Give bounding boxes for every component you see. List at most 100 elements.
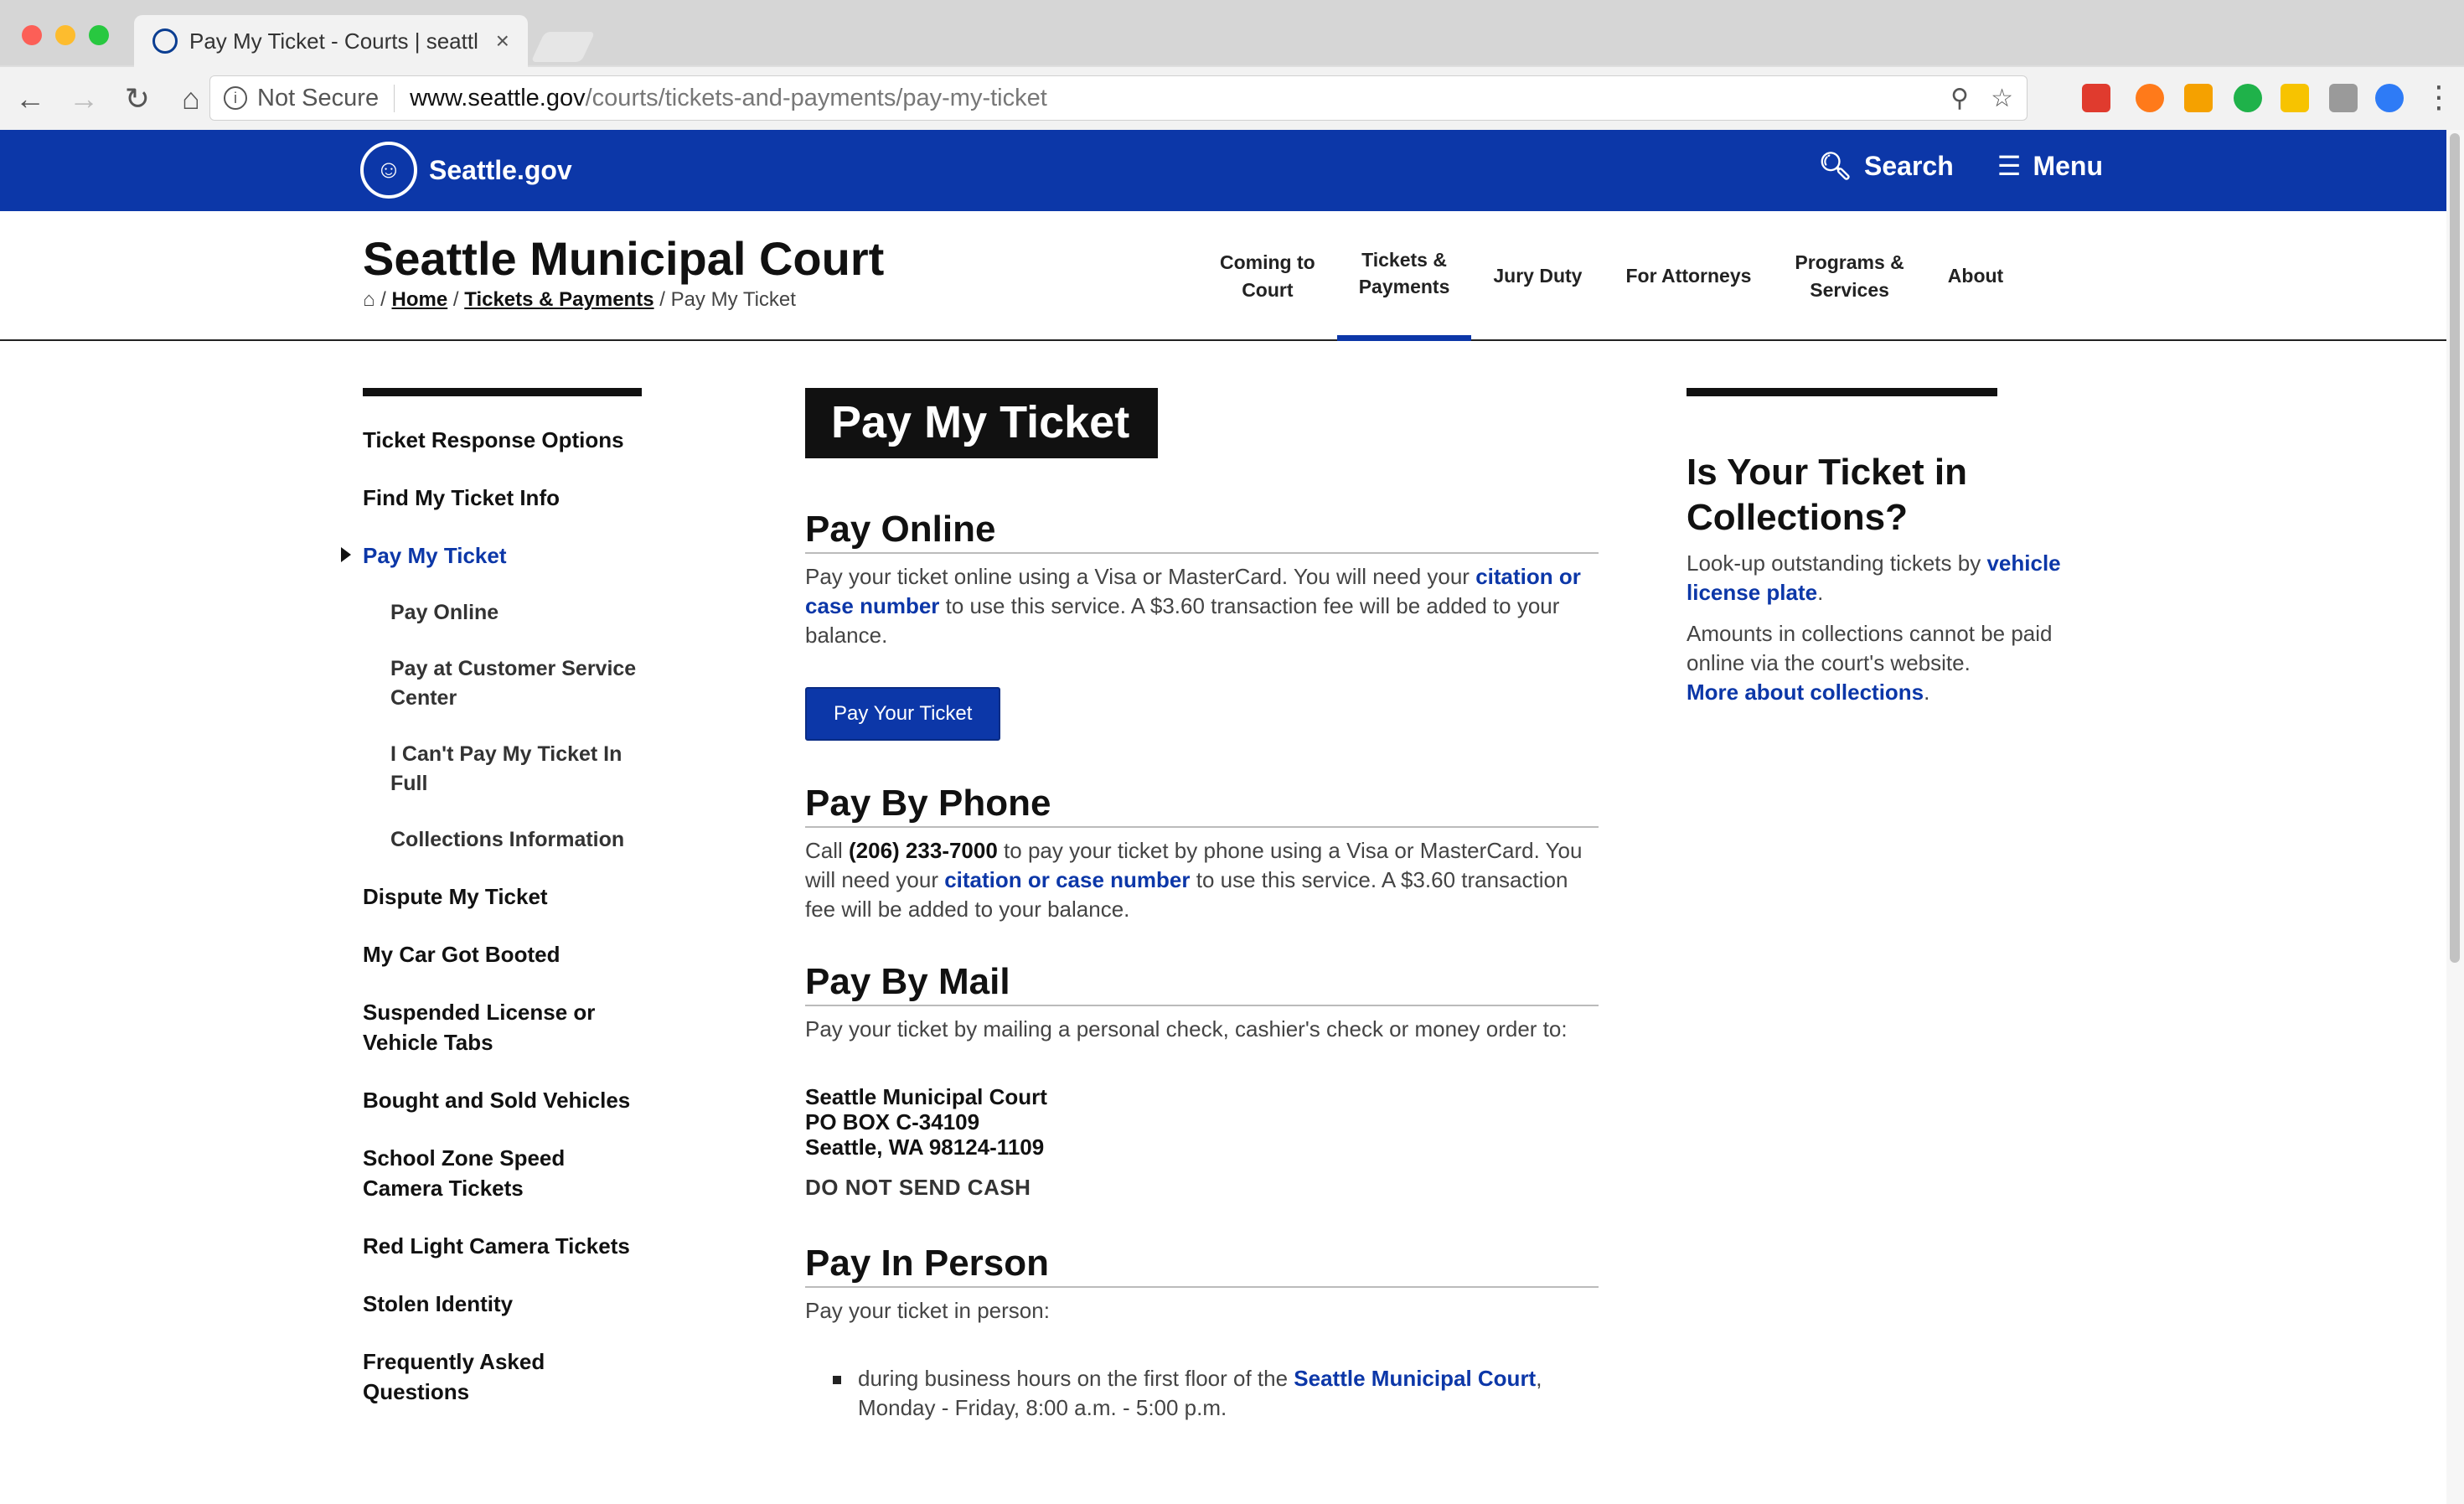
- tab-close-icon[interactable]: ×: [496, 28, 509, 54]
- breadcrumb: ⌂ / Home / Tickets & Payments / Pay My T…: [363, 288, 796, 311]
- sidebar-item-school-zone[interactable]: School Zone Speed Camera Tickets: [363, 1143, 643, 1203]
- maximize-window-button[interactable]: [89, 25, 109, 45]
- sidebar-subitem-collections[interactable]: Collections Information: [363, 825, 643, 855]
- extension-icon[interactable]: [2136, 84, 2164, 112]
- scrollbar-thumb[interactable]: [2450, 133, 2460, 963]
- search-button[interactable]: 🔍︎ Search: [1818, 150, 1953, 182]
- new-tab-button[interactable]: [530, 32, 596, 62]
- menu-button[interactable]: ☰ Menu: [1997, 150, 2103, 182]
- sidebar-item-suspended-license[interactable]: Suspended License or Vehicle Tabs: [363, 997, 643, 1057]
- search-icon: 🔍︎: [1818, 151, 1853, 181]
- sidebar-item-booted[interactable]: My Car Got Booted: [363, 939, 643, 969]
- address-bar[interactable]: i Not Secure www.seattle.gov /courts/tic…: [209, 75, 2028, 121]
- security-label: Not Secure: [257, 84, 395, 112]
- sidebar-item-stolen-identity[interactable]: Stolen Identity: [363, 1289, 643, 1319]
- extension-icon[interactable]: [2375, 84, 2404, 112]
- minimize-window-button[interactable]: [55, 25, 75, 45]
- tab-strip: Pay My Ticket - Courts | seattl ×: [0, 0, 2464, 67]
- section-text: Pay your ticket online using a Visa or M…: [805, 564, 1581, 648]
- court-header: Seattle Municipal Court ⌂ / Home / Ticke…: [0, 211, 2446, 341]
- section-heading: Pay Online: [805, 509, 1599, 554]
- sidebar-item-red-light[interactable]: Red Light Camera Tickets: [363, 1231, 643, 1261]
- court-nav: Coming to Court Tickets & Payments Jury Du…: [1198, 211, 2025, 341]
- url-path: /courts/tickets-and-payments/pay-my-tick…: [585, 84, 1047, 111]
- pay-by-mail-section: Pay By Mail Pay your ticket by mailing a…: [805, 961, 1599, 1201]
- section-text: Call (206) 233-7000 to pay your ticket b…: [805, 838, 1583, 922]
- pay-by-phone-section: Pay By Phone Call (206) 233-7000 to pay …: [805, 783, 1599, 924]
- section-heading: Pay By Phone: [805, 783, 1599, 828]
- hamburger-icon: ☰: [1997, 151, 2022, 181]
- section-heading: Pay By Mail: [805, 961, 1599, 1006]
- city-seal-icon: ☺: [360, 142, 417, 199]
- section-text: Pay your ticket in person:: [805, 1298, 1050, 1323]
- court-location-link[interactable]: Seattle Municipal Court: [1294, 1366, 1536, 1391]
- seattle-gov-logo[interactable]: ☺ Seattle.gov: [360, 142, 572, 199]
- pay-your-ticket-button[interactable]: Pay Your Ticket: [805, 687, 1001, 741]
- section-heading: Pay In Person: [805, 1243, 1599, 1288]
- breadcrumb-tickets[interactable]: Tickets & Payments: [464, 288, 653, 311]
- section-nav: Ticket Response Options Find My Ticket I…: [341, 388, 643, 1434]
- extension-icon[interactable]: [2082, 84, 2110, 112]
- seattle-favicon-icon: [152, 28, 178, 54]
- tab-title: Pay My Ticket - Courts | seattl: [189, 28, 478, 54]
- callout-heading: Is Your Ticket in Collections?: [1687, 452, 1968, 538]
- phone-number: (206) 233-7000: [849, 838, 998, 863]
- sidebar-item-ticket-response-options[interactable]: Ticket Response Options: [363, 425, 643, 455]
- citation-link[interactable]: citation or case number: [944, 867, 1190, 892]
- extension-icon[interactable]: [2281, 84, 2309, 112]
- collections-callout: Is Your Ticket in Collections? Look-up o…: [1687, 388, 2089, 707]
- court-title: Seattle Municipal Court: [363, 232, 885, 285]
- nav-coming-to-court[interactable]: Coming to Court: [1198, 211, 1337, 341]
- page-title: Pay My Ticket: [805, 388, 1159, 458]
- pay-in-person-section: Pay In Person Pay your ticket in person:…: [805, 1243, 1599, 1423]
- back-icon[interactable]: ←: [7, 75, 54, 122]
- callout-text: Look-up outstanding tickets by vehicle l…: [1687, 550, 2061, 605]
- callout-text: Amounts in collections cannot be paid on…: [1687, 621, 2053, 705]
- sidebar-item-pay-my-ticket[interactable]: Pay My Ticket: [341, 540, 643, 571]
- divider: [363, 388, 642, 396]
- menu-label: Menu: [2033, 150, 2103, 181]
- sidebar-subitem-customer-service[interactable]: Pay at Customer Service Center: [363, 654, 643, 713]
- sidebar-subitem-cant-pay[interactable]: I Can't Pay My Ticket In Full: [363, 740, 643, 799]
- nav-programs-services[interactable]: Programs & Services: [1773, 211, 1925, 341]
- breadcrumb-current: Pay My Ticket: [670, 288, 796, 311]
- section-text: Pay your ticket by mailing a personal ch…: [805, 1016, 1568, 1041]
- site-header: ☺ Seattle.gov 🔍︎ Search ☰ Menu: [0, 130, 2446, 211]
- nav-about[interactable]: About: [1926, 211, 2025, 341]
- forward-icon[interactable]: →: [60, 75, 107, 122]
- home-icon[interactable]: ⌂: [168, 75, 214, 122]
- breadcrumb-home[interactable]: Home: [392, 288, 448, 311]
- reload-icon[interactable]: ↻: [114, 75, 161, 122]
- sidebar-item-dispute[interactable]: Dispute My Ticket: [363, 881, 643, 912]
- info-icon[interactable]: i: [224, 86, 247, 110]
- warning-text: DO NOT SEND CASH: [805, 1175, 1031, 1200]
- menu-dots-icon[interactable]: ⋮: [2415, 74, 2462, 121]
- close-window-button[interactable]: [22, 25, 42, 45]
- zoom-icon[interactable]: ⚲: [1950, 84, 1969, 113]
- divider: [1687, 388, 1997, 396]
- sidebar-subitem-pay-online[interactable]: Pay Online: [363, 598, 643, 628]
- extension-icon[interactable]: [2234, 84, 2262, 112]
- home-icon[interactable]: ⌂: [363, 288, 375, 311]
- sidebar-item-faq[interactable]: Frequently Asked Questions: [363, 1346, 643, 1407]
- search-label: Search: [1864, 150, 1954, 181]
- main-content: Pay My Ticket Pay Online Pay your ticket…: [805, 388, 1599, 1423]
- browser-tab[interactable]: Pay My Ticket - Courts | seattl ×: [134, 15, 528, 67]
- extension-icon[interactable]: [2329, 84, 2358, 112]
- pay-online-section: Pay Online Pay your ticket online using …: [805, 509, 1599, 741]
- nav-tickets-payments[interactable]: Tickets & Payments: [1336, 211, 1472, 341]
- logo-text: Seattle.gov: [429, 154, 572, 185]
- scrollbar[interactable]: [2446, 130, 2464, 1504]
- star-icon[interactable]: ☆: [1991, 84, 2013, 113]
- nav-jury-duty[interactable]: Jury Duty: [1471, 211, 1604, 341]
- extension-icon[interactable]: [2184, 84, 2213, 112]
- nav-for-attorneys[interactable]: For Attorneys: [1604, 211, 1773, 341]
- url-host: www.seattle.gov: [410, 84, 586, 111]
- sidebar-item-find-my-ticket-info[interactable]: Find My Ticket Info: [363, 483, 643, 513]
- list-item: during business hours on the first floor…: [805, 1364, 1599, 1423]
- more-about-collections-link[interactable]: More about collections: [1687, 680, 1924, 705]
- browser-toolbar: ← → ↻ ⌂ i Not Secure www.seattle.gov /co…: [0, 67, 2464, 130]
- sidebar-item-bought-sold[interactable]: Bought and Sold Vehicles: [363, 1085, 643, 1115]
- browser-chrome: Pay My Ticket - Courts | seattl × ← → ↻ …: [0, 0, 2464, 130]
- mailing-address: Seattle Municipal Court PO BOX C-34109 S…: [805, 1084, 1047, 1160]
